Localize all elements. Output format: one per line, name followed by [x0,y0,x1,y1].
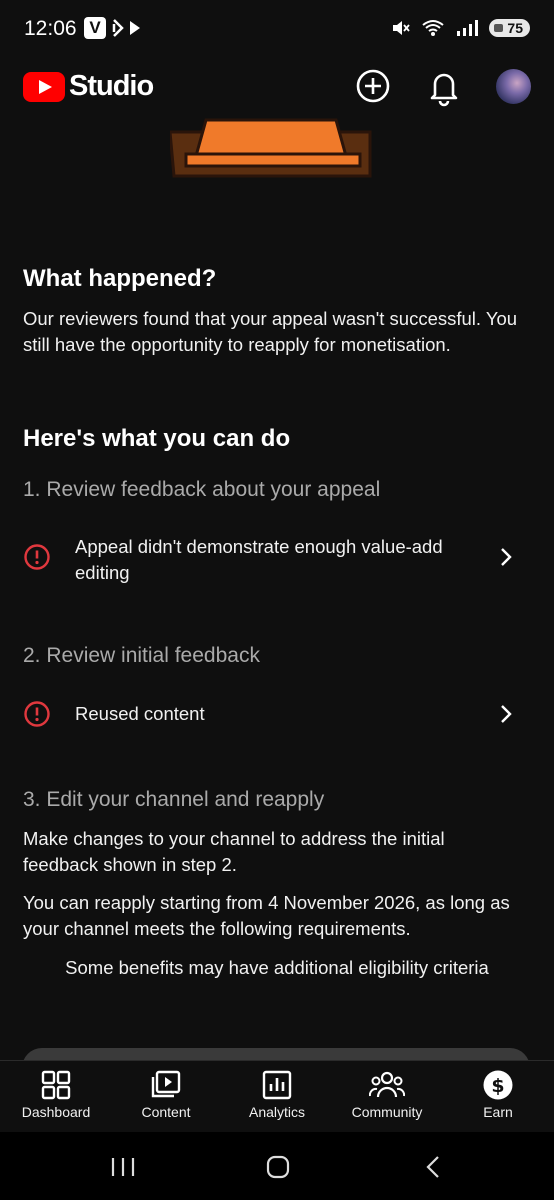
reapply-date-text: You can reapply starting from 4 November… [23,892,510,939]
svg-text:$: $ [491,1075,504,1097]
nav-earn-label: Earn [483,1104,513,1120]
step-3-title: 3. Edit your channel and reapply [23,788,325,811]
appeal-feedback-text: Appeal didn't demonstrate enough value-a… [75,536,443,583]
chevron-right-icon [501,705,512,723]
nav-content-label: Content [141,1104,191,1120]
step-2-title: 2. Review initial feedback [23,644,260,667]
what-happened-body: Our reviewers found that your appeal was… [23,308,518,355]
earn-icon: $ [483,1070,513,1100]
mute-icon [393,21,411,35]
youtube-play-icon [23,71,65,102]
app-title: Studio [69,70,154,102]
account-avatar[interactable] [496,69,531,104]
nav-dashboard[interactable]: Dashboard [6,1069,106,1120]
home-icon[interactable] [266,1155,290,1179]
appeal-feedback-item[interactable]: Appeal didn't demonstrate enough value-a… [0,532,554,592]
nav-analytics-label: Analytics [248,1104,306,1120]
back-icon[interactable] [425,1155,441,1179]
create-button[interactable] [356,69,390,103]
initial-feedback-text: Reused content [75,703,205,724]
analytics-icon [262,1070,292,1100]
app-bar: Studio [0,62,554,114]
nav-dashboard-label: Dashboard [21,1104,91,1120]
battery-indicator: 75 [489,19,530,37]
step-1-title: 1. Review feedback about your appeal [23,478,381,501]
bottom-navigation: Dashboard Content Analytics Community $ [0,1060,554,1133]
chevron-right-icon [501,548,512,566]
system-navigation-bar [0,1132,554,1200]
signal-icon [457,20,479,36]
play-status-icon [130,21,140,35]
community-icon [369,1071,405,1098]
v-app-icon: V [84,17,106,39]
status-bar: 12:06 V 75 [0,0,554,60]
nav-community[interactable]: Community [337,1069,437,1120]
nav-earn[interactable]: $ Earn [448,1069,548,1120]
system-status-icons: 75 [391,18,530,38]
alert-icon [24,544,50,570]
alert-icon [24,701,50,727]
dashboard-icon [41,1070,71,1100]
youtube-studio-logo[interactable]: Studio [23,70,154,103]
initial-feedback-item[interactable]: Reused content [0,692,554,736]
step-3-instructions: Make changes to your channel to address … [23,828,445,875]
recent-apps-icon[interactable] [110,1156,136,1178]
notifications-bell-icon[interactable] [426,67,462,107]
status-time: 12:06 [24,17,77,40]
nav-analytics[interactable]: Analytics [227,1069,327,1120]
content-icon [151,1070,181,1098]
notification-icons: V [84,17,140,39]
what-happened-heading: What happened? [23,265,217,292]
wifi-icon [422,20,445,36]
header-illustration [170,118,372,178]
eligibility-note: Some benefits may have additional eligib… [65,957,489,978]
what-to-do-heading: Here's what you can do [23,425,291,452]
nav-content[interactable]: Content [116,1069,216,1120]
recorder-icon [112,19,124,37]
nav-community-label: Community [351,1104,423,1120]
